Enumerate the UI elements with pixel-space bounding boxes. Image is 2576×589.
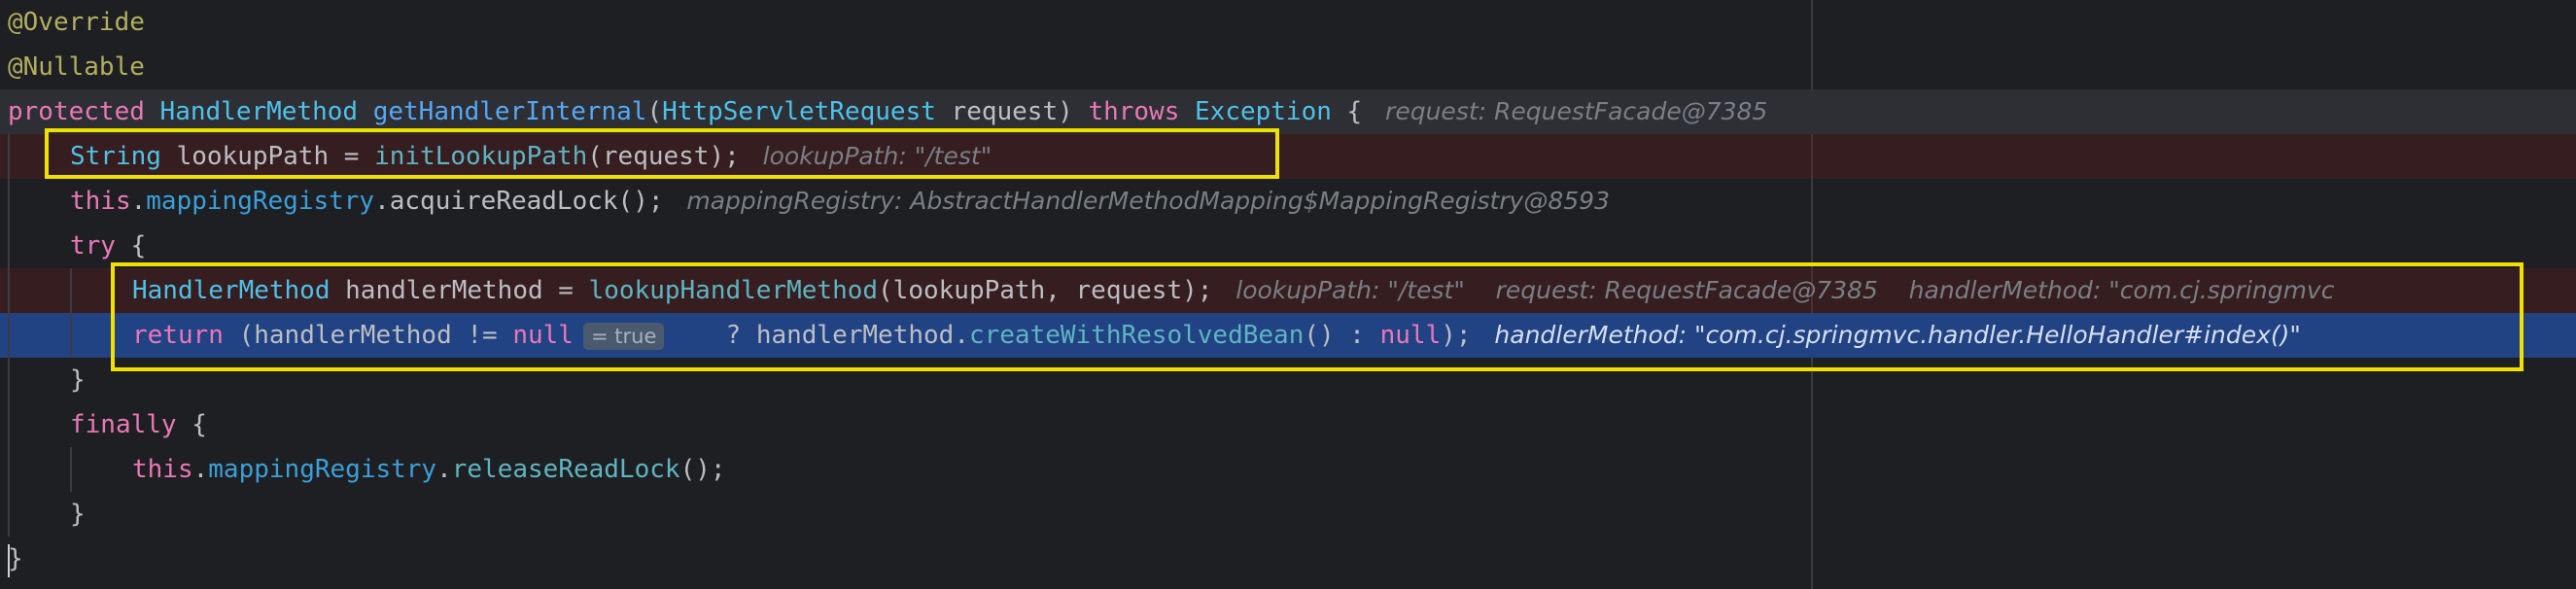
code-line-8-execution-point[interactable]: return (handlerMethod != null ? handlerM…	[0, 313, 2576, 358]
indent-guide	[8, 447, 10, 492]
code-token: .	[192, 455, 209, 484]
code-token: handlerMethod =	[330, 276, 589, 305]
line-content: this.mappingRegistry.acquireReadLock(); …	[70, 179, 1610, 224]
code-token: null	[512, 321, 574, 350]
line-content: this.mappingRegistry.releaseReadLock();	[132, 447, 726, 492]
indent-guide	[8, 268, 10, 313]
code-line-7[interactable]: HandlerMethod handlerMethod = lookupHand…	[0, 268, 2576, 313]
code-token: ? handlerMethod.	[710, 321, 969, 350]
code-token: String	[70, 142, 161, 171]
code-token: request)	[935, 97, 1089, 126]
indent-guide	[8, 134, 10, 179]
code-token: ();	[679, 455, 726, 484]
code-token: HttpServletRequest	[662, 97, 936, 126]
code-token: mappingRegistry	[208, 455, 437, 484]
line-content: @Nullable	[8, 45, 145, 89]
code-line-9[interactable]: }	[0, 358, 2576, 402]
debug-inline-hint: mappingRegistry: AbstractHandlerMethodMa…	[663, 187, 1610, 215]
code-line-13[interactable]: }	[0, 537, 2576, 581]
code-token: initLookupPath	[374, 142, 588, 171]
code-token: createWithResolvedBean	[968, 321, 1305, 350]
code-token: }	[70, 365, 86, 395]
indent-guide	[8, 358, 10, 402]
code-token: return	[132, 321, 224, 350]
line-content: }	[70, 358, 86, 402]
code-token: HandlerMethod	[159, 97, 359, 126]
code-token: lookupHandlerMethod	[588, 276, 879, 305]
debug-inline-hint: request: RequestFacade@7385	[1362, 97, 1768, 125]
code-token: try	[70, 231, 116, 260]
code-line-2[interactable]: @Nullable	[0, 45, 2576, 89]
code-token: null	[1379, 321, 1442, 350]
code-token: throws	[1088, 97, 1180, 126]
code-line-6[interactable]: try {	[0, 224, 2576, 268]
code-line-10[interactable]: finally {	[0, 402, 2576, 447]
text-caret	[8, 544, 10, 577]
line-content: @Override	[8, 0, 145, 45]
code-token: getHandlerInternal	[372, 97, 647, 126]
code-token: (	[646, 97, 663, 126]
debug-inline-hint: handlerMethod: "com.cj.springmvc.handler…	[1471, 321, 2301, 349]
code-token: {	[115, 231, 147, 260]
code-line-12[interactable]: }	[0, 492, 2576, 537]
code-token: (handlerMethod !=	[223, 321, 513, 350]
line-content: String lookupPath = initLookupPath(reque…	[70, 134, 992, 179]
debug-inline-hint: lookupPath: "/test" request: RequestFaca…	[1212, 276, 2335, 304]
indent-guide	[70, 447, 72, 492]
code-token: protected	[8, 97, 145, 126]
code-token: finally	[70, 410, 177, 439]
code-line-1[interactable]: @Override	[0, 0, 2576, 45]
code-line-11[interactable]: this.mappingRegistry.releaseReadLock();	[0, 447, 2576, 492]
line-content: return (handlerMethod != null ? handlerM…	[132, 313, 2301, 358]
line-content: HandlerMethod handlerMethod = lookupHand…	[132, 268, 2334, 313]
code-token: releaseReadLock	[451, 455, 680, 484]
code-token: }	[70, 500, 86, 529]
code-token: Exception	[1195, 97, 1332, 126]
code-token: mappingRegistry	[146, 187, 375, 216]
indent-guide	[8, 402, 10, 447]
code-token: .acquireReadLock();	[374, 187, 664, 216]
code-line-3[interactable]: protected HandlerMethod getHandlerIntern…	[0, 89, 2576, 134]
code-token: lookupPath =	[160, 142, 375, 171]
code-token: .	[436, 455, 452, 484]
code-line-4[interactable]: String lookupPath = initLookupPath(reque…	[0, 134, 2576, 179]
inline-value-chip: = true	[583, 323, 665, 350]
code-token: {	[1331, 97, 1363, 126]
code-token: @Override	[8, 8, 145, 37]
code-token: .	[130, 187, 147, 216]
indent-guide	[8, 492, 10, 537]
indent-guide	[8, 313, 10, 358]
line-content: }	[70, 492, 86, 537]
line-content: }	[8, 537, 23, 581]
indent-guide	[8, 179, 10, 224]
code-editor[interactable]: @Override @Nullable protected HandlerMet…	[0, 0, 2576, 589]
code-token: () :	[1304, 321, 1380, 350]
line-content: protected HandlerMethod getHandlerIntern…	[8, 89, 1767, 134]
code-token: );	[1441, 321, 1472, 350]
indent-guide	[70, 268, 72, 313]
code-token: this	[70, 187, 131, 216]
line-content: finally {	[70, 402, 207, 447]
code-line-5[interactable]: this.mappingRegistry.acquireReadLock(); …	[0, 179, 2576, 224]
code-token: @Nullable	[8, 52, 145, 82]
indent-guide	[70, 313, 72, 358]
code-token: (lookupPath, request);	[878, 276, 1213, 305]
debug-inline-hint: lookupPath: "/test"	[739, 142, 992, 170]
code-token: }	[8, 544, 23, 573]
code-token: (request);	[587, 142, 740, 171]
indent-guide	[8, 224, 10, 268]
code-token: this	[132, 455, 193, 484]
line-content: try {	[70, 224, 146, 268]
code-token: HandlerMethod	[132, 276, 331, 305]
code-token: {	[176, 410, 207, 439]
